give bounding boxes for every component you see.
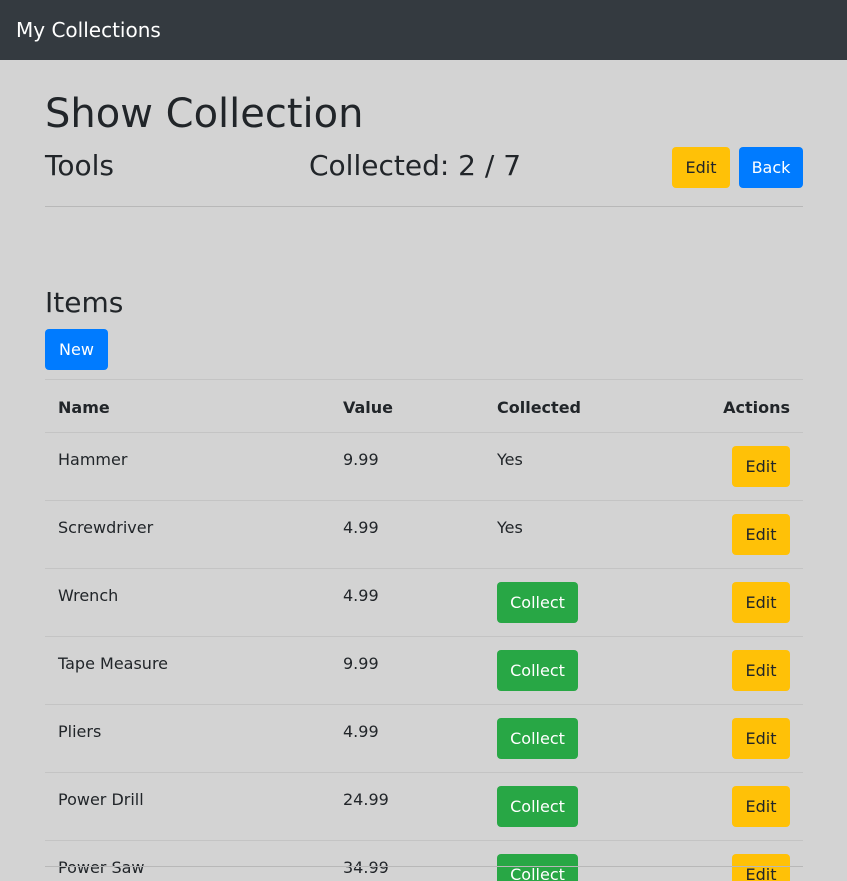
table-row: Power Drill 24.99 Collect Edit — [45, 772, 803, 841]
item-actions: Edit — [674, 636, 803, 705]
collect-button[interactable]: Collect — [497, 582, 578, 623]
item-value: 24.99 — [330, 772, 484, 841]
page-title: Show Collection — [45, 91, 364, 137]
table-row: Screwdriver 4.99 Yes Edit — [45, 500, 803, 569]
item-actions: Edit — [674, 704, 803, 773]
item-collected: Yes — [484, 432, 674, 501]
item-name: Hammer — [45, 432, 330, 501]
edit-collection-button[interactable]: Edit — [672, 147, 730, 188]
item-name: Screwdriver — [45, 500, 330, 569]
table-row: Tape Measure 9.99 Collect Edit — [45, 636, 803, 705]
item-value: 34.99 — [330, 840, 484, 881]
collect-button[interactable]: Collect — [497, 786, 578, 827]
table-row: Wrench 4.99 Collect Edit — [45, 568, 803, 637]
item-name: Tape Measure — [45, 636, 330, 705]
items-table: Name Value Collected Actions Hammer 9.99 Y… — [45, 379, 803, 881]
item-actions: Edit — [674, 568, 803, 637]
collect-button[interactable]: Collect — [497, 718, 578, 759]
item-actions: Edit — [674, 772, 803, 841]
item-collected: Collect — [484, 568, 674, 637]
edit-item-button[interactable]: Edit — [732, 514, 790, 555]
item-collected: Yes — [484, 500, 674, 569]
item-name: Power Saw — [45, 840, 330, 881]
item-actions: Edit — [674, 840, 803, 881]
edit-item-button[interactable]: Edit — [732, 650, 790, 691]
item-collected: Collect — [484, 704, 674, 773]
collection-name: Tools — [45, 149, 114, 182]
edit-item-button[interactable]: Edit — [732, 582, 790, 623]
collected-summary: Collected: 2 / 7 — [309, 149, 522, 182]
edit-item-button[interactable]: Edit — [732, 786, 790, 827]
item-value: 4.99 — [330, 704, 484, 773]
column-header-name: Name — [45, 379, 330, 433]
table-bottom-divider — [45, 866, 803, 867]
item-collected: Collect — [484, 840, 674, 881]
item-value: 9.99 — [330, 636, 484, 705]
item-collected: Collect — [484, 772, 674, 841]
collection-header: Tools Collected: 2 / 7 Edit Back — [45, 146, 803, 188]
table-header-row: Name Value Collected Actions — [45, 379, 803, 433]
items-heading: Items — [45, 286, 124, 319]
edit-item-button[interactable]: Edit — [732, 854, 790, 881]
item-value: 4.99 — [330, 568, 484, 637]
item-value: 4.99 — [330, 500, 484, 569]
table-row: Pliers 4.99 Collect Edit — [45, 704, 803, 773]
edit-item-button[interactable]: Edit — [732, 718, 790, 759]
navbar-brand[interactable]: My Collections — [16, 18, 161, 42]
top-navbar: My Collections — [0, 0, 847, 60]
item-actions: Edit — [674, 500, 803, 569]
back-button[interactable]: Back — [739, 147, 803, 188]
column-header-actions: Actions — [674, 379, 803, 433]
item-name: Wrench — [45, 568, 330, 637]
collection-actions: Edit Back — [672, 147, 803, 188]
table-row: Power Saw 34.99 Collect Edit — [45, 840, 803, 881]
item-name: Pliers — [45, 704, 330, 773]
item-value: 9.99 — [330, 432, 484, 501]
item-actions: Edit — [674, 432, 803, 501]
collect-button[interactable]: Collect — [497, 650, 578, 691]
header-divider — [45, 206, 803, 207]
new-item-button[interactable]: New — [45, 329, 108, 370]
item-collected: Collect — [484, 636, 674, 705]
collect-button[interactable]: Collect — [497, 854, 578, 881]
column-header-value: Value — [330, 379, 484, 433]
items-table-body: Hammer 9.99 Yes Edit Screwdriver 4.99 Yes Edit W… — [45, 432, 803, 881]
item-name: Power Drill — [45, 772, 330, 841]
table-row: Hammer 9.99 Yes Edit — [45, 432, 803, 501]
column-header-collected: Collected — [484, 379, 674, 433]
edit-item-button[interactable]: Edit — [732, 446, 790, 487]
